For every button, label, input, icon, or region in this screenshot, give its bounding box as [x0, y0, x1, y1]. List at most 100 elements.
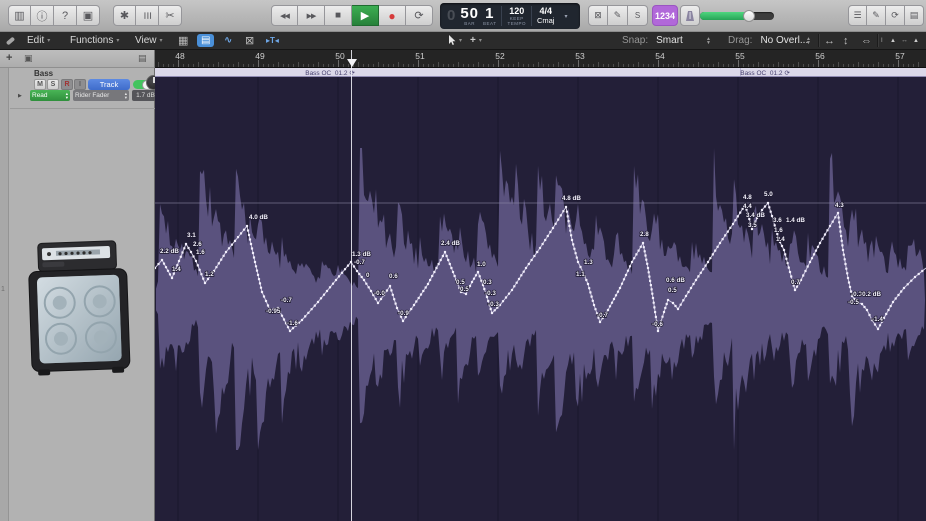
svg-text:4.8: 4.8 — [743, 194, 752, 201]
zoom-mini-icon: I — [881, 32, 883, 49]
drag-stepper[interactable]: ▲▼ — [806, 32, 811, 49]
functions-menu[interactable]: Functions▾ — [70, 32, 119, 49]
lcd-position: 0 50BAR 1BEAT — [440, 3, 501, 29]
lcd-ghost-digit: 0 — [447, 9, 456, 23]
track-number-strip: 1 — [0, 68, 9, 521]
region-name[interactable]: Bass OC_01.2 ⟳ — [740, 69, 790, 77]
svg-text:0.5: 0.5 — [460, 286, 469, 293]
pointer-tool-button[interactable]: ▾ — [448, 32, 462, 49]
track-header-bass[interactable]: Bass M S R I Track ▶ Read▴▾ Rider Fader▴… — [10, 68, 155, 109]
library-icon[interactable]: ▥ — [8, 5, 31, 26]
view-menu[interactable]: View▾ — [135, 32, 163, 49]
solo-mode-icon[interactable]: S — [628, 5, 648, 26]
automation-view-button[interactable]: ▤ — [197, 32, 214, 49]
ruler-bar-number: 54 — [655, 51, 664, 61]
media-browser-icon[interactable]: ▤ — [905, 5, 924, 26]
solo-button[interactable]: S — [47, 79, 59, 90]
flex-icon[interactable]: ▸T◂ — [266, 32, 279, 49]
ruler-bar-number: 52 — [495, 51, 504, 61]
rewind-button[interactable]: ◀◀ — [271, 5, 298, 26]
region-name[interactable]: Bass OC_01.2 ⟳ — [305, 69, 355, 77]
mixer-icon[interactable]: ☰ — [136, 5, 159, 26]
svg-text:1.1: 1.1 — [576, 271, 585, 278]
grid-view-icon[interactable]: ▦ — [178, 32, 188, 49]
add-track-button[interactable]: + — [6, 52, 12, 64]
loop-browser-icon[interactable]: ⟳ — [886, 5, 905, 26]
volume-thumb[interactable] — [743, 10, 755, 22]
waveform-zoom-icon[interactable]: ↔ — [824, 32, 835, 49]
svg-text:1.2: 1.2 — [205, 271, 214, 278]
lcd-chevron-down-icon[interactable]: ▾ — [559, 3, 571, 29]
ruler-bar-number: 56 — [815, 51, 824, 61]
mute-button[interactable]: M — [34, 79, 46, 90]
horizontal-zoom-slider[interactable]: ▲ — [913, 32, 919, 49]
edit-menu[interactable]: Edit▾ — [27, 32, 50, 49]
arrange-canvas[interactable]: 2.2 dB1.43.12.61.61.24.0 dB-0.7-0.95-1.6… — [155, 77, 926, 521]
marquee-icon[interactable]: ⊠ — [245, 32, 254, 49]
duplicate-track-button[interactable]: ▣ — [24, 53, 33, 64]
svg-text:2.2 dB: 2.2 dB — [160, 248, 179, 255]
svg-text:0.7: 0.7 — [791, 279, 800, 286]
track-number: 1 — [1, 286, 5, 293]
ruler-bar-number: 57 — [895, 51, 904, 61]
record-button[interactable]: ● — [379, 5, 406, 26]
logic-pro-window: ▥ ⓘ ? ▣ ✱ ☰ ✂ ◀◀ ▶▶ ■ ▶ ● ⟳ 0 50BAR 1BEA… — [0, 0, 926, 521]
track-name[interactable]: Bass — [34, 69, 53, 78]
forward-button[interactable]: ▶▶ — [298, 5, 325, 26]
disclosure-triangle-icon[interactable]: ▶ — [18, 93, 22, 99]
vertical-zoom-icon[interactable]: ↕ — [843, 32, 849, 49]
bar-ruler[interactable]: 48495051525354555657 — [155, 50, 926, 68]
svg-text:-0.0: -0.0 — [374, 290, 385, 297]
settings-icon[interactable]: ✱ — [113, 5, 136, 26]
cycle-button[interactable]: ⟳ — [406, 5, 433, 26]
automation-curve-icon[interactable]: ∿ — [224, 32, 232, 49]
input-monitor-button[interactable]: I — [74, 79, 86, 90]
track-alternatives-button[interactable]: Track — [88, 79, 130, 90]
count-in-button[interactable]: 1234 — [652, 5, 678, 26]
svg-text:0.6 dB: 0.6 dB — [666, 277, 685, 284]
automation-parameter-select[interactable]: Rider Fader▴▾ — [73, 90, 129, 101]
note-pad-icon[interactable]: ✎ — [867, 5, 886, 26]
play-button[interactable]: ▶ — [352, 5, 379, 26]
svg-text:-0.9: -0.9 — [398, 310, 409, 317]
master-volume-slider[interactable] — [700, 12, 774, 20]
global-tracks-button[interactable]: ▤ — [138, 53, 147, 64]
smart-controls-icon[interactable]: ▣ — [77, 5, 100, 26]
midi-activity-icon — [6, 32, 15, 49]
secondary-tool-button[interactable]: +▾ — [470, 32, 482, 49]
svg-text:-0.5: -0.5 — [848, 299, 859, 306]
waveform-automation: 2.2 dB1.43.12.61.61.24.0 dB-0.7-0.95-1.6… — [155, 77, 926, 521]
stop-button[interactable]: ■ — [325, 5, 352, 26]
zoom-link-icon: ↔ — [901, 32, 908, 49]
snap-stepper[interactable]: ▲▼ — [706, 32, 711, 49]
vertical-zoom-slider[interactable]: ▲ — [890, 32, 896, 49]
svg-text:-0.3: -0.3 — [485, 290, 496, 297]
svg-text:1.3 dB: 1.3 dB — [352, 251, 371, 258]
drag-menu[interactable]: Drag:No Overl... — [728, 32, 808, 49]
snap-menu[interactable]: Snap:Smart — [622, 32, 683, 49]
record-enable-button[interactable]: R — [61, 79, 73, 90]
automation-mode-select[interactable]: Read▴▾ — [30, 90, 70, 101]
lcd-display[interactable]: 0 50BAR 1BEAT 120 KEEP TEMPO 4/4 Cmaj ▾ — [440, 3, 580, 29]
svg-text:4.3: 4.3 — [835, 202, 844, 209]
replace-mode-icon[interactable]: ⊠ — [588, 5, 608, 26]
main-toolbar: ▥ ⓘ ? ▣ ✱ ☰ ✂ ◀◀ ▶▶ ■ ▶ ● ⟳ 0 50BAR 1BEA… — [0, 0, 926, 32]
svg-text:-1.4: -1.4 — [872, 316, 883, 323]
region-strip[interactable]: Bass OC_01.2 ⟳ Bass OC_01.2 ⟳ — [155, 68, 926, 77]
pencil-icon[interactable]: ✎ — [608, 5, 628, 26]
inspector-icon[interactable]: ⓘ — [31, 5, 54, 26]
playhead-line[interactable] — [351, 50, 352, 521]
svg-text:3.6: 3.6 — [773, 217, 782, 224]
scissors-icon[interactable]: ✂ — [159, 5, 182, 26]
svg-text:-1.6: -1.6 — [287, 320, 298, 327]
bass-amp-image — [22, 238, 142, 383]
playhead-marker[interactable] — [347, 59, 357, 67]
svg-text:0: 0 — [366, 272, 370, 279]
list-editors-icon[interactable]: ☰ — [848, 5, 867, 26]
svg-text:5.0: 5.0 — [764, 191, 773, 198]
ruler-bar-number: 49 — [255, 51, 264, 61]
quick-help-icon[interactable]: ? — [54, 5, 77, 26]
ruler-bar-number: 53 — [575, 51, 584, 61]
metronome-button[interactable] — [680, 5, 700, 26]
horizontal-zoom-icon[interactable]: ⇔ — [861, 32, 872, 49]
